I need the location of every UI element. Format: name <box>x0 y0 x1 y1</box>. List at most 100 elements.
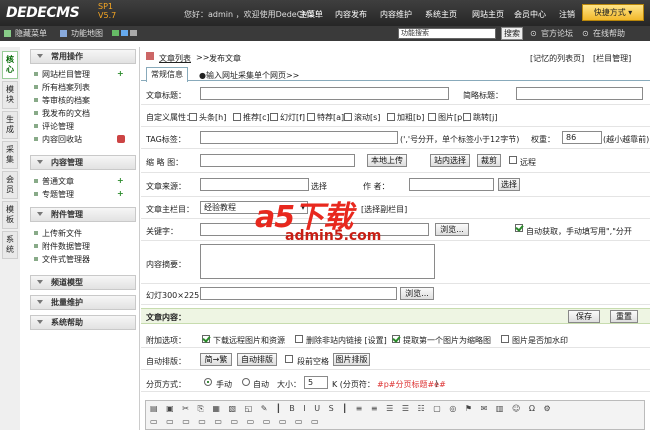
attr-j-checkbox[interactable] <box>463 113 471 121</box>
attr-s-checkbox[interactable] <box>344 113 352 121</box>
quick-menu-button[interactable]: 快捷方式 ▾ <box>582 4 644 21</box>
extract-thumb-checkbox[interactable] <box>392 335 400 343</box>
remote-checkbox[interactable] <box>509 156 517 164</box>
author-input[interactable] <box>409 178 494 191</box>
watermark-checkbox[interactable] <box>501 335 509 343</box>
vtab-member[interactable]: 会员 <box>2 171 18 199</box>
attr-b-checkbox[interactable] <box>387 113 395 121</box>
add-article-icon[interactable]: + <box>117 177 125 185</box>
attr-a-checkbox[interactable] <box>307 113 315 121</box>
online-help-link[interactable]: 在线帮助 <box>593 28 625 39</box>
skin-blue-icon[interactable] <box>121 30 128 36</box>
title-input[interactable] <box>200 87 449 100</box>
sidebar-item-all-docs[interactable]: 所有档案列表 <box>34 82 90 93</box>
nav-maintain[interactable]: 内容维护 <box>380 9 412 20</box>
nav-main-menu[interactable]: 主菜单 <box>299 9 323 20</box>
select-arrow-icon: ▾ <box>300 203 305 212</box>
section-batch[interactable]: 批量维护 <box>30 295 136 310</box>
section-help[interactable]: 系统帮助 <box>30 315 136 330</box>
slide-browse-button[interactable]: 浏览... <box>400 287 434 300</box>
keywords-input[interactable] <box>200 223 429 236</box>
skin-green-icon[interactable] <box>112 30 119 36</box>
sidebar-item-pending[interactable]: 等审核的档案 <box>34 95 90 106</box>
attr-h-checkbox[interactable] <box>189 113 197 121</box>
nav-system-home[interactable]: 系统主页 <box>425 9 457 20</box>
attr-p-checkbox[interactable] <box>428 113 436 121</box>
section-channel-model[interactable]: 频道模型 <box>30 275 136 290</box>
thumb-label: 缩 略 图： <box>146 158 184 167</box>
keywords-browse-button[interactable]: 浏览... <box>435 223 469 236</box>
nav-site-home[interactable]: 网站主页 <box>472 9 504 20</box>
nav-member-center[interactable]: 会员中心 <box>514 9 546 20</box>
function-search-button[interactable]: 搜索 <box>501 27 523 40</box>
source-input[interactable] <box>200 178 309 191</box>
column-manage-link[interactable]: [栏目管理] <box>593 53 631 64</box>
hide-menu-link[interactable]: 隐藏菜单 <box>15 28 47 39</box>
author-select-button[interactable]: 选择 <box>498 178 520 191</box>
vtab-core[interactable]: 核心 <box>2 51 18 79</box>
breadcrumb-list[interactable]: 文章列表 <box>159 53 191 64</box>
short-title-input[interactable] <box>516 87 643 100</box>
vtab-template[interactable]: 模板 <box>2 201 18 229</box>
remove-links-checkbox[interactable] <box>295 335 303 343</box>
crop-button[interactable]: 裁剪 <box>477 154 501 167</box>
image-format-button[interactable]: 图片排版 <box>333 353 370 366</box>
tab-import-url[interactable]: ●输入网址采集单个网页>> <box>199 70 299 81</box>
site-select-button[interactable]: 站内选择 <box>430 154 470 167</box>
add-icon[interactable]: + <box>117 70 125 78</box>
function-search-input[interactable]: 功能搜索 <box>398 28 496 39</box>
remember-list-link[interactable]: [记忆的列表页] <box>530 53 584 64</box>
section-attachment[interactable]: 附件管理 <box>30 207 136 222</box>
sub-column-link[interactable]: [选择副栏目] <box>361 204 407 215</box>
skin-gray-icon[interactable] <box>130 30 137 36</box>
upload-button[interactable]: 本地上传 <box>367 154 407 167</box>
auto-format-button[interactable]: 自动排版 <box>237 353 277 366</box>
sidebar-item-column-manage[interactable]: 网站栏目管理 <box>34 69 90 80</box>
vtab-generate[interactable]: 生成 <box>2 111 18 139</box>
editor-toolbar-row1[interactable]: ▤ ▣ ✂ ⎘ ▦ ▧ ◱ ✎ ┃ B I U S ┃ ≡ ≡ ☰ ☰ ☷ ▢ … <box>150 404 554 414</box>
auto-keywords-checkbox[interactable] <box>515 224 523 232</box>
sidebar-item-recycle[interactable]: 内容回收站 <box>34 134 82 145</box>
attr-f-label: 幻灯[f] <box>280 113 306 122</box>
weight-input[interactable]: 86 <box>562 131 602 144</box>
trad-simp-button[interactable]: 简→繁 <box>200 353 232 366</box>
save-button[interactable]: 保存 <box>568 310 600 323</box>
attr-f-checkbox[interactable] <box>270 113 278 121</box>
nav-logout[interactable]: 注销 <box>559 9 575 20</box>
thumb-input[interactable] <box>200 154 355 167</box>
sidebar-item-article[interactable]: 普通文章 <box>34 176 74 187</box>
breadcrumb-sep: >> <box>196 53 210 62</box>
auto-radio[interactable] <box>242 378 250 386</box>
page-size-input[interactable]: 5 <box>304 376 328 389</box>
section-common[interactable]: 常用操作 <box>30 49 136 64</box>
sidebar-item-upload[interactable]: 上传新文件 <box>34 228 82 239</box>
manual-radio[interactable] <box>204 378 212 386</box>
tab-basic[interactable]: 常规信息 <box>146 67 188 82</box>
sidebar-item-topic[interactable]: 专题管理 <box>34 189 74 200</box>
column-select[interactable]: 经验教程 ▾ <box>200 201 308 214</box>
add-topic-icon[interactable]: + <box>117 190 125 198</box>
tag-input[interactable] <box>200 131 398 144</box>
source-select-link[interactable]: 选择 <box>311 181 327 192</box>
page-mark-close: ) <box>435 379 439 388</box>
sidebar-item-comments[interactable]: 评论管理 <box>34 121 74 132</box>
nav-publish[interactable]: 内容发布 <box>335 9 367 20</box>
sidebar-item-my-docs[interactable]: 我发布的文档 <box>34 108 90 119</box>
section-content[interactable]: 内容管理 <box>30 155 136 170</box>
slide-input[interactable] <box>200 287 397 300</box>
sidebar-item-attach-data[interactable]: 附件数据管理 <box>34 241 90 252</box>
sidebar-item-file-manager[interactable]: 文件式管理器 <box>34 254 90 265</box>
first-space-checkbox[interactable] <box>285 355 293 363</box>
site-map-link[interactable]: 功能地图 <box>71 28 103 39</box>
reset-button[interactable]: 重置 <box>610 310 638 323</box>
vtab-collect[interactable]: 采集 <box>2 141 18 169</box>
attr-c-checkbox[interactable] <box>233 113 241 121</box>
download-remote-checkbox[interactable] <box>202 335 210 343</box>
summary-textarea[interactable] <box>200 244 435 279</box>
official-forum-link[interactable]: 官方论坛 <box>541 28 573 39</box>
recycle-clear-icon[interactable] <box>117 135 125 143</box>
vtab-system[interactable]: 系统 <box>2 231 18 259</box>
vtab-module[interactable]: 模块 <box>2 81 18 109</box>
size-unit: K (分页符： <box>332 380 375 389</box>
editor-toolbar-row2[interactable]: ▭ ▭ ▭ ▭ ▭ ▭ ▭ ▭ ▭ ▭ ▭ <box>150 417 322 426</box>
